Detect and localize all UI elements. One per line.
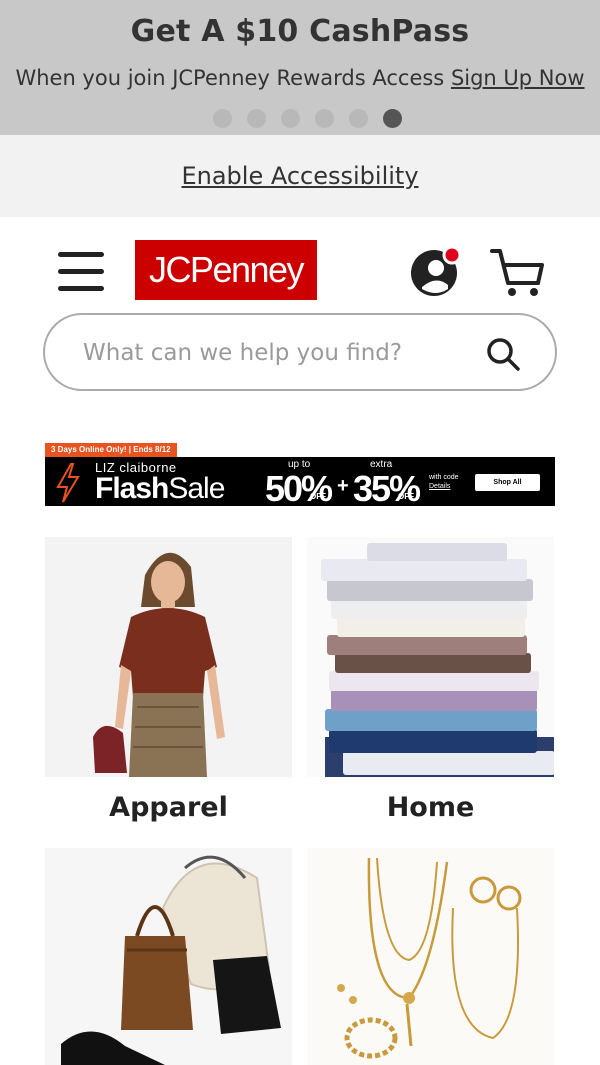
search-input[interactable] [83, 335, 423, 371]
flash-sale-title: FlashSale [95, 472, 225, 505]
promo-title: Get A $10 CashPass [130, 14, 470, 49]
promo-carousel: Get A $10 CashPass When you join JCPenne… [0, 0, 600, 135]
discount-1: 50% [265, 468, 333, 509]
account-icon[interactable] [410, 245, 462, 297]
lightning-bolt-icon [56, 463, 80, 503]
category-label-apparel[interactable]: Apparel [45, 792, 292, 823]
flash-sale-banner[interactable]: 3 Days Online Only! | Ends 8/12 LIZ clai… [45, 443, 555, 509]
shop-all-button[interactable]: Shop All [475, 474, 540, 491]
sign-up-link[interactable]: Sign Up Now [451, 66, 585, 90]
logo-text: JCPenney [148, 249, 305, 290]
search-bar [43, 313, 557, 391]
promo-subtitle: When you join JCPenney Rewards Access Si… [0, 66, 600, 90]
carousel-dot[interactable] [213, 109, 232, 128]
carousel-dot[interactable] [281, 109, 300, 128]
jewelry-image [307, 848, 554, 1065]
carousel-dot[interactable] [315, 109, 334, 128]
carousel-dot-active[interactable] [383, 109, 402, 128]
discount-2: 35% [353, 468, 421, 509]
category-tile-handbags[interactable] [45, 848, 292, 1065]
category-label-home[interactable]: Home [307, 792, 554, 823]
off-label: OFF [398, 492, 414, 501]
banner-tag: 3 Days Online Only! | Ends 8/12 [45, 443, 177, 457]
search-icon[interactable] [486, 337, 520, 371]
carousel-dots [213, 109, 402, 128]
jcpenney-logo[interactable]: JCPenney [135, 240, 317, 300]
off-label: OFF [310, 492, 326, 501]
carousel-dot[interactable] [247, 109, 266, 128]
accessibility-bar: Enable Accessibility [0, 135, 600, 217]
menu-icon[interactable] [58, 252, 106, 294]
notification-dot-icon [442, 245, 462, 265]
site-header: JCPenney [0, 217, 600, 317]
home-image [307, 537, 554, 777]
enable-accessibility-link[interactable]: Enable Accessibility [181, 162, 418, 190]
details-link[interactable]: Details [429, 482, 459, 491]
handbags-image [45, 848, 292, 1065]
cart-icon[interactable] [490, 247, 546, 297]
carousel-dot[interactable] [349, 109, 368, 128]
category-tile-apparel[interactable] [45, 537, 292, 777]
plus-sign: + [337, 475, 349, 497]
category-tile-home[interactable] [307, 537, 554, 777]
code-note: with code Details [429, 474, 459, 491]
apparel-image [45, 537, 292, 777]
promo-subtitle-text: When you join JCPenney Rewards Access [15, 66, 445, 90]
banner-body: LIZ claiborne FlashSale up to 50% OFF + … [45, 457, 555, 509]
category-tile-jewelry[interactable] [307, 848, 554, 1065]
